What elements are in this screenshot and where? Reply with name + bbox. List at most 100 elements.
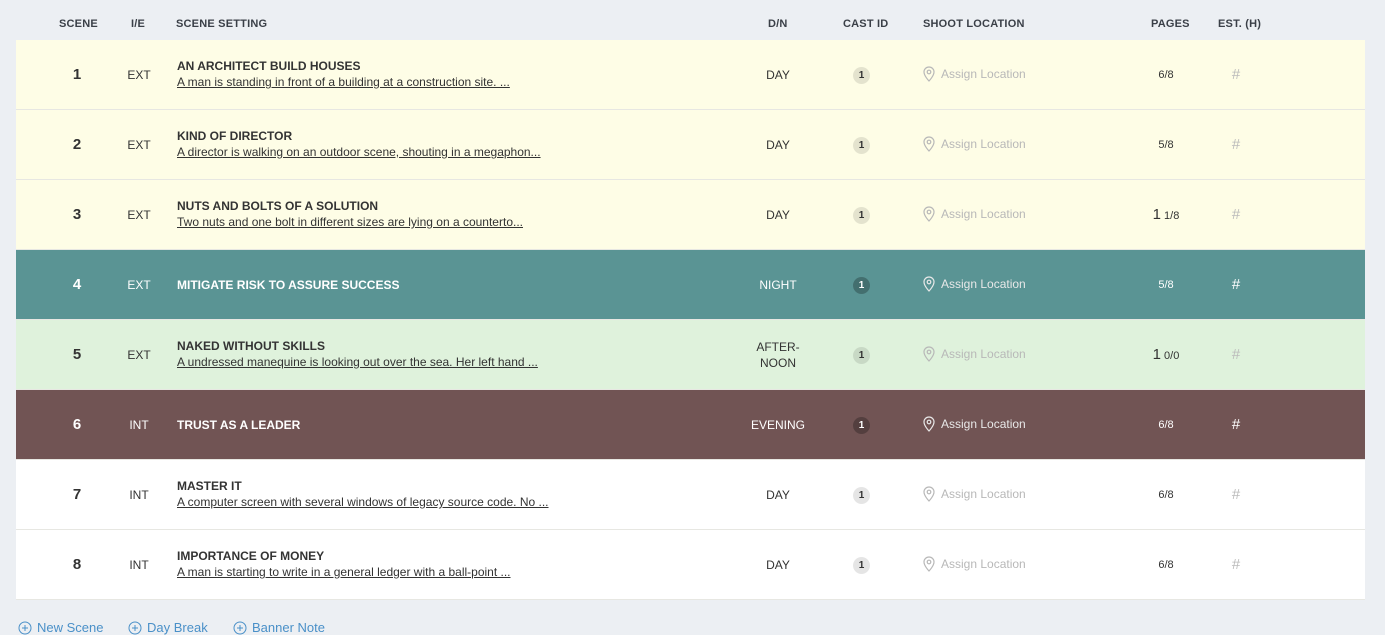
interior-exterior: INT [129,558,149,572]
plus-circle-icon [128,621,142,634]
assign-location-button[interactable]: Assign Location [923,276,1026,292]
scene-row[interactable]: 4 EXT MITIGATE RISK TO ASSURE SUCCESS NIGHT… [16,250,1365,320]
scene-title: MITIGATE RISK TO ASSURE SUCCESS [177,278,400,292]
table-header: SCENE I/E SCENE SETTING D/N CAST ID SHOO… [0,0,1385,40]
scene-title: MASTER IT [177,479,242,493]
scene-description-link[interactable]: A man is starting to write in a general … [177,565,511,579]
estimate-hours-input[interactable]: # [1226,320,1246,390]
day-night-cell: DAY [728,40,828,110]
new-scene-label: New Scene [37,620,104,635]
cast-id-badge[interactable]: 1 [853,67,870,84]
assign-location-button[interactable]: Assign Location [923,66,1026,82]
day-night-cell: DAY [728,460,828,530]
interior-exterior: INT [129,418,149,432]
assign-location-label: Assign Location [941,207,1026,221]
scene-number: 5 [72,346,82,363]
cast-id-badge[interactable]: 1 [853,137,870,154]
assign-location-button[interactable]: Assign Location [923,346,1026,362]
header-shoot-location[interactable]: SHOOT LOCATION [923,18,1025,30]
estimate-hours-input[interactable]: # [1226,390,1246,460]
pages-count: 6/8 [1126,460,1206,530]
location-pin-icon [923,416,935,432]
day-night-label: DAY [766,488,790,502]
scene-row[interactable]: 5 EXT NAKED WITHOUT SKILLS A undressed mane… [16,320,1365,390]
scene-description-link[interactable]: Two nuts and one bolt in different sizes… [177,215,523,229]
assign-location-label: Assign Location [941,557,1026,571]
scene-title: AN ARCHITECT BUILD HOUSES [177,59,361,73]
location-pin-icon [923,66,935,82]
estimate-hours-input[interactable]: # [1226,110,1246,180]
pages-fraction: 6/8 [1158,489,1174,501]
assign-location-button[interactable]: Assign Location [923,136,1026,152]
scene-title: KIND OF DIRECTOR [177,129,293,143]
scene-row[interactable]: 6 INT TRUST AS A LEADER EVENING 1 Assign Loca… [16,390,1365,460]
cast-id-badge[interactable]: 1 [853,417,870,434]
assign-location-label: Assign Location [941,277,1026,291]
scene-description-link[interactable]: A man is standing in front of a building… [177,75,510,89]
scene-title: NAKED WITHOUT SKILLS [177,339,325,353]
pages-fraction: 6/8 [1158,419,1174,431]
day-night-label: DAY [766,558,790,572]
cast-id-badge[interactable]: 1 [853,207,870,224]
assign-location-button[interactable]: Assign Location [923,416,1026,432]
interior-exterior: INT [129,488,149,502]
scene-row[interactable]: 3 EXT NUTS AND BOLTS OF A SOLUTION Two nuts… [16,180,1365,250]
header-dn[interactable]: D/N [768,18,788,30]
assign-location-button[interactable]: Assign Location [923,556,1026,572]
day-night-label: DAY [766,68,790,82]
scene-description-link[interactable]: A undressed manequine is looking out ove… [177,355,538,369]
location-pin-icon [923,276,935,292]
scene-title: TRUST AS A LEADER [177,418,301,432]
scene-row[interactable]: 2 EXT KIND OF DIRECTOR A director is walkin… [16,110,1365,180]
interior-exterior: EXT [127,138,151,152]
banner-note-button[interactable]: Banner Note [233,620,325,635]
pages-fraction: 0/0 [1164,350,1180,362]
assign-location-label: Assign Location [941,417,1026,431]
header-ie[interactable]: I/E [131,18,145,30]
scene-row[interactable]: 8 INT IMPORTANCE OF MONEY A man is starting… [16,530,1365,600]
cast-id-badge[interactable]: 1 [853,277,870,294]
header-scene[interactable]: SCENE [59,18,98,30]
pages-count: 6/8 [1126,530,1206,600]
scene-description-link[interactable]: A director is walking on an outdoor scen… [177,145,541,159]
assign-location-button[interactable]: Assign Location [923,486,1026,502]
pages-count: 1 1/8 [1126,180,1206,251]
plus-circle-icon [233,621,247,634]
pages-count: 5/8 [1126,110,1206,180]
estimate-hours-input[interactable]: # [1226,180,1246,250]
plus-circle-icon [18,621,32,634]
pages-whole: 1 [1152,206,1161,223]
day-break-label: Day Break [147,620,208,635]
pages-fraction: 6/8 [1158,69,1174,81]
header-pages[interactable]: PAGES [1151,18,1190,30]
scene-description-link[interactable]: A computer screen with several windows o… [177,495,549,509]
assign-location-button[interactable]: Assign Location [923,206,1026,222]
scene-number: 7 [72,486,82,503]
pages-count: 6/8 [1126,390,1206,460]
scene-row[interactable]: 1 EXT AN ARCHITECT BUILD HOUSES A man is st… [16,40,1365,110]
header-cast-id[interactable]: CAST ID [843,18,888,30]
interior-exterior: EXT [127,68,151,82]
pages-count: 1 0/0 [1126,320,1206,391]
scene-number: 2 [72,136,82,153]
estimate-hours-input[interactable]: # [1226,530,1246,600]
estimate-hours-input[interactable]: # [1226,250,1246,320]
estimate-hours-input[interactable]: # [1226,40,1246,110]
pages-count: 6/8 [1126,40,1206,110]
cast-id-badge[interactable]: 1 [853,557,870,574]
pages-whole: 1 [1152,346,1161,363]
scene-list: 1 EXT AN ARCHITECT BUILD HOUSES A man is st… [16,40,1365,600]
day-break-button[interactable]: Day Break [128,620,208,635]
scene-number: 1 [72,66,82,83]
cast-id-badge[interactable]: 1 [853,347,870,364]
interior-exterior: EXT [127,208,151,222]
cast-id-badge[interactable]: 1 [853,487,870,504]
header-scene-setting[interactable]: SCENE SETTING [176,18,267,30]
day-night-label: EVENING [750,418,805,432]
estimate-hours-input[interactable]: # [1226,460,1246,530]
day-night-label: NIGHT [759,278,797,292]
new-scene-button[interactable]: New Scene [18,620,103,635]
scene-row[interactable]: 7 INT MASTER IT A computer screen with seve… [16,460,1365,530]
header-est-hours[interactable]: EST. (H) [1218,18,1261,30]
pages-fraction: 5/8 [1158,139,1174,151]
